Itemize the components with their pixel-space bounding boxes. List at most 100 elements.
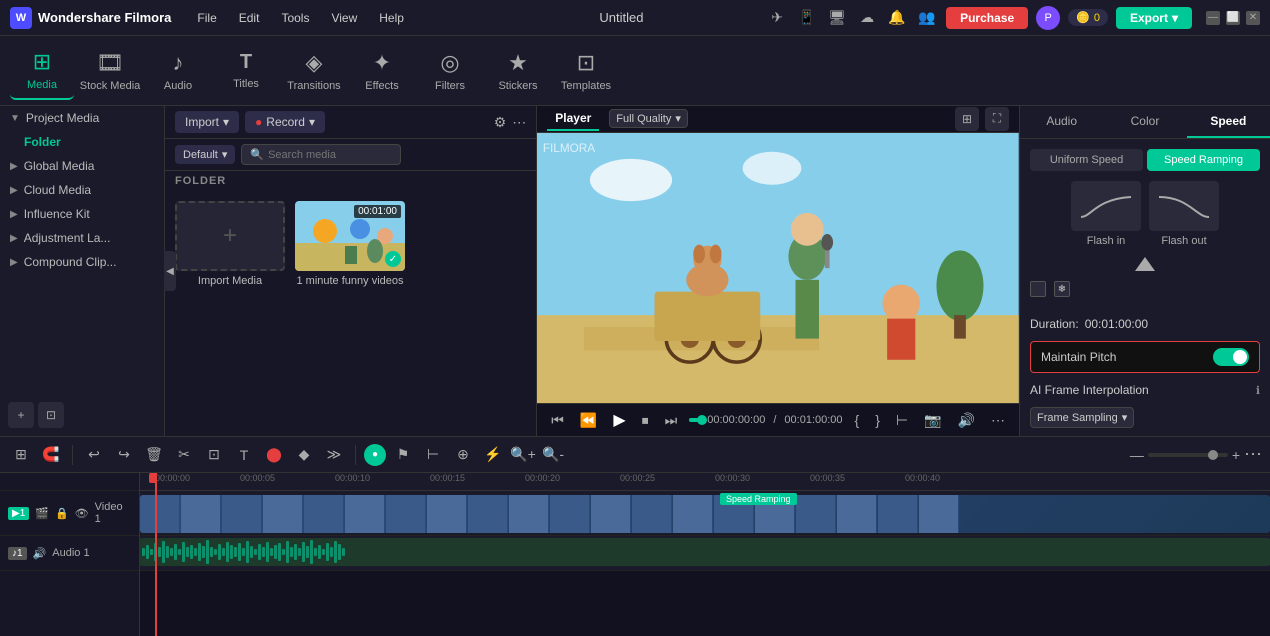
more-controls[interactable]: ⋯ (987, 410, 1009, 431)
split-button[interactable]: ⊢ (892, 410, 912, 431)
toolbar-stock-media[interactable]: 🎞 Stock Media (78, 42, 142, 100)
menu-edit[interactable]: Edit (229, 7, 270, 29)
magnet-button[interactable]: 🧲 (38, 442, 64, 468)
clip-speed-button[interactable]: ⚡ (480, 442, 506, 468)
filter-icon[interactable]: ⚙ (494, 114, 507, 131)
close-button[interactable]: ✕ (1246, 11, 1260, 25)
import-placeholder[interactable]: + (175, 201, 285, 271)
device-icon[interactable]: 📱 (796, 7, 818, 29)
export-button[interactable]: Export ▾ (1116, 7, 1192, 29)
keyframe-button[interactable]: ◆ (291, 442, 317, 468)
toolbar-transitions[interactable]: ◈ Transitions (282, 42, 346, 100)
marker-button[interactable]: ⚑ (390, 442, 416, 468)
sidebar-cloud-media[interactable]: ▶ Cloud Media (0, 178, 164, 202)
cut-button[interactable]: ✂ (171, 442, 197, 468)
step-back-button[interactable]: ⏪ (576, 410, 601, 431)
speaker-button[interactable]: 🔊 (954, 410, 979, 431)
fullscreen-icon[interactable]: ⛶ (985, 107, 1009, 131)
speed-ramping-tab[interactable]: Speed Ramping (1147, 149, 1260, 171)
toolbar-templates[interactable]: ⊡ Templates (554, 42, 618, 100)
sidebar-project-media[interactable]: ▼ Project Media (0, 106, 164, 130)
bell-icon[interactable]: 🔔 (886, 7, 908, 29)
send-icon[interactable]: ✈ (766, 7, 788, 29)
track-eye-icon[interactable]: 👁 (75, 507, 89, 520)
option-checkbox-1[interactable] (1030, 281, 1046, 297)
sidebar-influence-kit[interactable]: ▶ Influence Kit (0, 202, 164, 226)
option-checkbox-2[interactable]: ❄ (1054, 281, 1070, 297)
progress-bar[interactable] (689, 418, 699, 422)
camera-button[interactable]: 📷 (920, 410, 945, 431)
zoom-slider[interactable] (1148, 453, 1228, 457)
maximize-button[interactable]: ⬜ (1226, 11, 1240, 25)
sort-button[interactable]: Default ▾ (175, 145, 235, 164)
scene-detect-button[interactable]: ⊞ (8, 442, 34, 468)
sidebar-folder[interactable]: Folder (0, 130, 164, 154)
toolbar-filters[interactable]: ◎ Filters (418, 42, 482, 100)
menu-help[interactable]: Help (369, 7, 414, 29)
cloud-icon[interactable]: ☁ (856, 7, 878, 29)
rewind-button[interactable]: ⏮ (547, 410, 568, 431)
zoom-in-tl[interactable]: 🔍+ (510, 442, 536, 468)
menu-tools[interactable]: Tools (271, 7, 319, 29)
delete-button[interactable]: 🗑 (141, 442, 167, 468)
mark-in-button[interactable]: { (851, 410, 864, 430)
flash-out-option[interactable]: Flash out (1149, 181, 1219, 247)
uniform-speed-tab[interactable]: Uniform Speed (1030, 149, 1143, 171)
text-button[interactable]: T (231, 442, 257, 468)
add-folder-button[interactable]: + (8, 402, 34, 428)
grid-view-icon[interactable]: ⊞ (955, 107, 979, 131)
minimize-button[interactable]: — (1206, 11, 1220, 25)
color-button[interactable]: ⬤ (261, 442, 287, 468)
toolbar-stickers[interactable]: ★ Stickers (486, 42, 550, 100)
zoom-out-tl[interactable]: 🔍- (540, 442, 566, 468)
toolbar-audio[interactable]: ♪ Audio (146, 42, 210, 100)
toolbar-media[interactable]: ⊞ Media (10, 42, 74, 100)
people-icon[interactable]: 👥 (916, 7, 938, 29)
record-tl-button[interactable]: ● (364, 444, 386, 466)
quality-select[interactable]: Full Quality ▾ (609, 109, 688, 128)
zoom-in-icon[interactable]: + (1232, 447, 1240, 463)
menu-file[interactable]: File (187, 7, 226, 29)
crop-button[interactable]: ⊡ (201, 442, 227, 468)
more-options-icon[interactable]: ⋯ (512, 114, 526, 131)
tab-color[interactable]: Color (1103, 106, 1186, 138)
playhead[interactable] (155, 473, 157, 636)
zoom-out-icon[interactable]: — (1130, 447, 1144, 463)
toolbar-effects[interactable]: ✦ Effects (350, 42, 414, 100)
media-video-item[interactable]: 00:01:00 ✓ 1 minute funny videos (295, 201, 405, 287)
frame-sampling-select[interactable]: Frame Sampling ▾ (1030, 407, 1134, 428)
menu-view[interactable]: View (321, 7, 367, 29)
monitor-icon[interactable]: 🖥 (826, 7, 848, 29)
sidebar-action-2[interactable]: ⊡ (38, 402, 64, 428)
search-input[interactable] (268, 149, 388, 161)
tab-audio[interactable]: Audio (1020, 106, 1103, 138)
track-lock-icon[interactable]: 🔒 (55, 507, 69, 520)
stop-button[interactable]: ⏹ (638, 410, 653, 431)
collapse-sidebar-button[interactable]: ◀ (164, 251, 176, 291)
speed-ramp-badge: Speed Ramping (720, 493, 797, 505)
toolbar-titles[interactable]: T Titles (214, 42, 278, 100)
split-audio-button[interactable]: ⊢ (420, 442, 446, 468)
timeline-more-icon[interactable]: ⋯ (1244, 444, 1262, 465)
purchase-button[interactable]: Purchase (946, 7, 1028, 29)
tab-speed[interactable]: Speed (1187, 106, 1270, 138)
import-button[interactable]: Import ▾ (175, 111, 239, 133)
sidebar-global-media[interactable]: ▶ Global Media (0, 154, 164, 178)
ai-info-icon[interactable]: ℹ (1256, 384, 1260, 397)
more-tl-1[interactable]: ≫ (321, 442, 347, 468)
redo-button[interactable]: ↪ (111, 442, 137, 468)
sidebar-compound-clip[interactable]: ▶ Compound Clip... (0, 250, 164, 274)
step-forward-button[interactable]: ⏭ (661, 410, 682, 431)
undo-button[interactable]: ↩ (81, 442, 107, 468)
mark-out-button[interactable]: } (871, 410, 884, 430)
play-button[interactable]: ▶ (609, 408, 629, 432)
video-clip[interactable] (140, 495, 1270, 533)
flash-in-option[interactable]: Flash in (1071, 181, 1141, 247)
player-tab[interactable]: Player (547, 107, 599, 131)
sidebar-adjustment[interactable]: ▶ Adjustment La... (0, 226, 164, 250)
import-media-item[interactable]: + Import Media (175, 201, 285, 287)
search-box[interactable]: 🔍 (241, 144, 401, 165)
group-button[interactable]: ⊕ (450, 442, 476, 468)
record-button[interactable]: ● Record ▾ (245, 111, 325, 133)
maintain-pitch-toggle[interactable] (1213, 348, 1249, 366)
